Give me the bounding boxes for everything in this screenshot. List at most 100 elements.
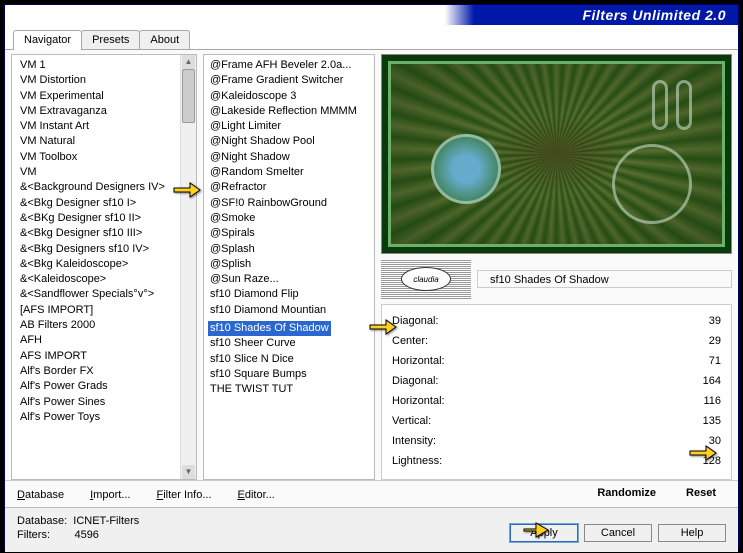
- filter-title-row: claudia sf10 Shades Of Shadow: [381, 256, 732, 302]
- category-item[interactable]: &<Kaleidoscope>: [18, 272, 180, 287]
- category-item[interactable]: AFS IMPORT: [18, 349, 180, 364]
- param-label: Horizontal:: [392, 355, 673, 367]
- randomize-button[interactable]: Randomize: [597, 487, 656, 503]
- category-item[interactable]: AB Filters 2000: [18, 318, 180, 333]
- scrollbar[interactable]: ▲ ▼: [180, 55, 196, 479]
- filter-item[interactable]: @Refractor: [208, 180, 370, 195]
- category-item[interactable]: Alf's Power Grads: [18, 379, 180, 394]
- filter-item[interactable]: THE TWIST TUT: [208, 382, 370, 397]
- category-item[interactable]: VM Distortion: [18, 73, 180, 88]
- watermark-text: claudia: [401, 267, 451, 291]
- category-item[interactable]: &<Sandflower Specials°v°>: [18, 287, 180, 302]
- dialog-window: Filters Unlimited 2.0 Navigator Presets …: [4, 4, 739, 549]
- category-item[interactable]: &<BKg Designer sf10 II>: [18, 211, 180, 226]
- category-item[interactable]: Alf's Power Sines: [18, 395, 180, 410]
- category-item[interactable]: &<Background Designers IV>: [18, 180, 180, 195]
- db-label: Database:: [17, 515, 67, 527]
- preview-panel: claudia sf10 Shades Of Shadow Diagonal:3…: [381, 54, 732, 480]
- scroll-down-arrow[interactable]: ▼: [182, 465, 195, 479]
- category-item[interactable]: &<Bkg Kaleidoscope>: [18, 257, 180, 272]
- filter-item[interactable]: sf10 Shades Of Shadow: [208, 321, 331, 336]
- param-label: Diagonal:: [392, 375, 673, 387]
- category-item[interactable]: VM Natural: [18, 134, 180, 149]
- tab-navigator[interactable]: Navigator: [13, 30, 82, 50]
- tab-presets[interactable]: Presets: [81, 30, 140, 49]
- database-button[interactable]: Database: [13, 487, 68, 503]
- category-item[interactable]: VM Instant Art: [18, 119, 180, 134]
- filter-item[interactable]: @Light Limiter: [208, 119, 370, 134]
- param-label: Diagonal:: [392, 315, 673, 327]
- filter-item[interactable]: @Night Shadow Pool: [208, 134, 370, 149]
- reset-button[interactable]: Reset: [686, 487, 716, 503]
- param-value: 29: [673, 335, 721, 347]
- toolbar-row: Database Import... Filter Info... Editor…: [5, 480, 738, 507]
- category-item[interactable]: VM 1: [18, 58, 180, 73]
- filter-item[interactable]: @Sun Raze...: [208, 272, 370, 287]
- editor-button[interactable]: Editor...: [234, 487, 279, 503]
- category-item[interactable]: VM Experimental: [18, 89, 180, 104]
- param-row[interactable]: Horizontal:116: [392, 391, 721, 411]
- import-button[interactable]: Import...: [86, 487, 134, 503]
- param-label: Center:: [392, 335, 673, 347]
- filter-item[interactable]: @SF!0 RainbowGround: [208, 196, 370, 211]
- category-item[interactable]: [AFS IMPORT]: [18, 303, 180, 318]
- category-item[interactable]: AFH: [18, 333, 180, 348]
- title-bar: Filters Unlimited 2.0: [5, 5, 738, 25]
- param-label: Lightness:: [392, 455, 673, 467]
- category-item[interactable]: &<Bkg Designer sf10 III>: [18, 226, 180, 241]
- filter-item[interactable]: @Lakeside Reflection MMMM: [208, 104, 370, 119]
- param-value: 128: [673, 455, 721, 467]
- tab-about[interactable]: About: [139, 30, 190, 49]
- param-value: 116: [673, 395, 721, 407]
- param-row[interactable]: Diagonal:39: [392, 311, 721, 331]
- cancel-button[interactable]: Cancel: [584, 524, 652, 542]
- param-value: 39: [673, 315, 721, 327]
- category-item[interactable]: VM: [18, 165, 180, 180]
- category-item[interactable]: Alf's Border FX: [18, 364, 180, 379]
- category-item[interactable]: VM Toolbox: [18, 150, 180, 165]
- app-title: Filters Unlimited 2.0: [582, 7, 726, 23]
- filter-item[interactable]: @Spirals: [208, 226, 370, 241]
- param-row[interactable]: Intensity:30: [392, 431, 721, 451]
- filter-item[interactable]: @Smoke: [208, 211, 370, 226]
- current-filter-name: sf10 Shades Of Shadow: [477, 270, 732, 288]
- footer: Database: ICNET-Filters Filters: 4596 Ap…: [5, 507, 738, 552]
- scroll-thumb[interactable]: [182, 69, 195, 123]
- filter-list[interactable]: @Frame AFH Beveler 2.0a...@Frame Gradien…: [203, 54, 375, 480]
- help-button[interactable]: Help: [658, 524, 726, 542]
- category-list[interactable]: VM 1VM DistortionVM ExperimentalVM Extra…: [12, 55, 180, 479]
- filter-item[interactable]: @Kaleidoscope 3: [208, 89, 370, 104]
- param-row[interactable]: Horizontal:71: [392, 351, 721, 371]
- filter-item[interactable]: @Splash: [208, 242, 370, 257]
- param-row[interactable]: Center:29: [392, 331, 721, 351]
- filter-info-button[interactable]: Filter Info...: [152, 487, 215, 503]
- main-area: VM 1VM DistortionVM ExperimentalVM Extra…: [5, 50, 738, 480]
- filter-item[interactable]: @Splish: [208, 257, 370, 272]
- filters-count: 4596: [74, 529, 98, 541]
- apply-button[interactable]: Apply: [510, 524, 578, 542]
- category-item[interactable]: &<Bkg Designer sf10 I>: [18, 196, 180, 211]
- param-label: Intensity:: [392, 435, 673, 447]
- parameter-list: Diagonal:39Center:29Horizontal:71Diagona…: [381, 304, 732, 480]
- category-item[interactable]: VM Extravaganza: [18, 104, 180, 119]
- category-item[interactable]: Alf's Power Toys: [18, 410, 180, 425]
- filter-item[interactable]: @Random Smelter: [208, 165, 370, 180]
- filter-item[interactable]: sf10 Slice N Dice: [208, 352, 370, 367]
- param-row[interactable]: Lightness:128: [392, 451, 721, 471]
- filter-item[interactable]: @Frame AFH Beveler 2.0a...: [208, 58, 370, 73]
- filter-item[interactable]: sf10 Diamond Flip: [208, 287, 370, 302]
- param-value: 71: [673, 355, 721, 367]
- filter-item[interactable]: sf10 Square Bumps: [208, 367, 370, 382]
- scroll-up-arrow[interactable]: ▲: [182, 55, 195, 69]
- filter-item[interactable]: @Night Shadow: [208, 150, 370, 165]
- param-value: 135: [673, 415, 721, 427]
- filter-item[interactable]: sf10 Diamond Mountian: [208, 303, 370, 318]
- param-row[interactable]: Vertical:135: [392, 411, 721, 431]
- filter-item[interactable]: sf10 Sheer Curve: [208, 336, 370, 351]
- param-row[interactable]: Diagonal:164: [392, 371, 721, 391]
- param-label: Horizontal:: [392, 395, 673, 407]
- category-item[interactable]: &<Bkg Designers sf10 IV>: [18, 242, 180, 257]
- filter-item[interactable]: @Frame Gradient Switcher: [208, 73, 370, 88]
- category-list-panel: VM 1VM DistortionVM ExperimentalVM Extra…: [11, 54, 197, 480]
- param-label: Vertical:: [392, 415, 673, 427]
